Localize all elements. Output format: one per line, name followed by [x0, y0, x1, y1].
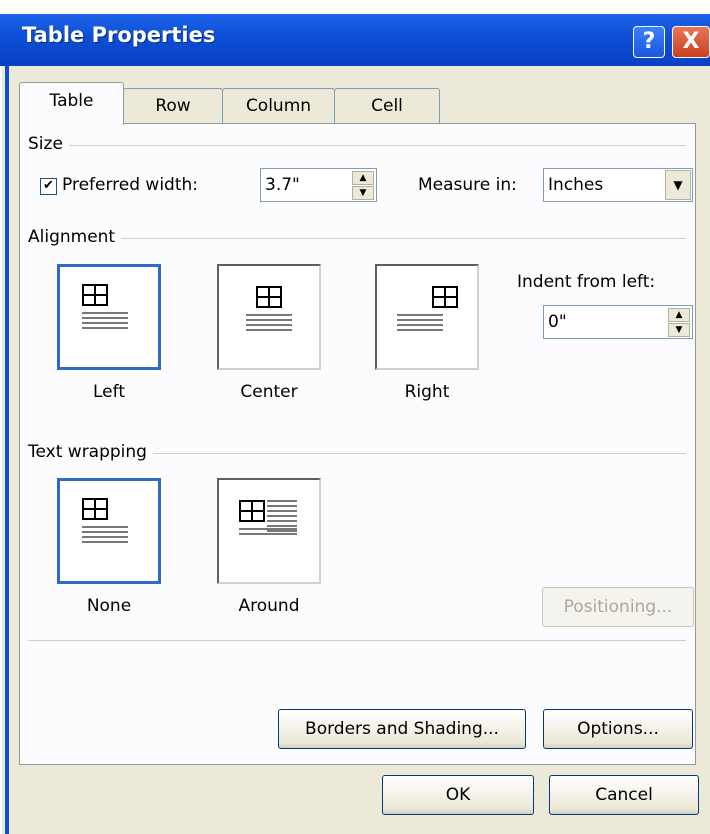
- tab-row-label: Row: [155, 96, 191, 116]
- align-center-option[interactable]: [217, 264, 321, 370]
- measure-in-label: Measure in:: [418, 175, 517, 195]
- align-left-option[interactable]: [57, 264, 161, 370]
- tab-column-label: Column: [245, 96, 312, 116]
- table-align-right-icon: [432, 286, 458, 308]
- wrap-none-lines: [82, 526, 128, 544]
- dialog-title: Table Properties: [22, 23, 216, 47]
- text-wrapping-group-label: Text wrapping: [28, 442, 153, 462]
- ok-button[interactable]: OK: [382, 775, 534, 815]
- window-left-frame: [5, 66, 9, 834]
- wrap-around-icon: [239, 500, 265, 522]
- tab-column[interactable]: Column: [222, 88, 335, 123]
- align-left-lines: [82, 312, 128, 330]
- indent-from-left-label: Indent from left:: [517, 272, 656, 292]
- wrap-none-label: None: [86, 596, 132, 616]
- tab-cell-label: Cell: [371, 96, 403, 116]
- borders-and-shading-button[interactable]: Borders and Shading...: [278, 709, 526, 749]
- tab-table-label: Table: [49, 91, 94, 111]
- table-align-center-icon: [256, 286, 282, 308]
- table-align-left-icon: [82, 284, 108, 306]
- spin-up-icon[interactable]: ▲: [668, 308, 690, 322]
- spin-up-icon[interactable]: ▲: [352, 171, 374, 185]
- title-bar[interactable]: Table Properties ? X: [0, 14, 710, 66]
- measure-in-value: Inches: [548, 175, 604, 195]
- align-center-lines: [246, 314, 292, 332]
- chevron-down-icon[interactable]: ▼: [665, 170, 691, 200]
- cancel-button[interactable]: Cancel: [549, 775, 699, 815]
- dialog-body: Table Row Column Cell Size ✔ Preferred w…: [2, 66, 710, 834]
- table-properties-dialog: Table Properties ? X Table Row Column Ce…: [0, 0, 710, 834]
- indent-from-left-value: 0": [548, 312, 567, 332]
- preferred-width-value: 3.7": [265, 175, 300, 195]
- options-button[interactable]: Options...: [543, 709, 693, 749]
- wrap-none-option[interactable]: [57, 478, 161, 584]
- preferred-width-checkbox[interactable]: ✔: [40, 178, 57, 195]
- help-button[interactable]: ?: [633, 26, 665, 58]
- tab-table[interactable]: Table: [19, 82, 124, 125]
- positioning-button[interactable]: Positioning...: [542, 587, 694, 627]
- size-group-label: Size: [28, 134, 69, 154]
- size-divider: [28, 145, 686, 146]
- preferred-width-spinner[interactable]: ▲ ▼: [352, 170, 374, 200]
- indent-spinner[interactable]: ▲ ▼: [668, 307, 690, 337]
- preferred-width-label: Preferred width:: [62, 175, 199, 195]
- alignment-group-label: Alignment: [28, 227, 122, 247]
- wrap-around-lines-bottom: [239, 528, 297, 538]
- tab-row[interactable]: Row: [123, 88, 223, 123]
- tab-cell[interactable]: Cell: [334, 88, 440, 123]
- wrap-none-icon: [82, 498, 108, 520]
- align-right-label: Right: [404, 382, 450, 402]
- align-right-lines: [397, 314, 443, 332]
- spin-down-icon[interactable]: ▼: [352, 186, 374, 200]
- spin-down-icon[interactable]: ▼: [668, 323, 690, 337]
- tab-panel-table: Size ✔ Preferred width: 3.7" ▲ ▼ Measure …: [19, 123, 696, 765]
- close-button[interactable]: X: [672, 26, 710, 58]
- align-right-option[interactable]: [375, 264, 479, 370]
- wrap-around-option[interactable]: [217, 478, 321, 584]
- wrap-around-label: Around: [238, 596, 300, 616]
- align-center-label: Center: [240, 382, 298, 402]
- align-left-label: Left: [93, 382, 125, 402]
- alignment-divider: [28, 238, 686, 239]
- bottom-divider: [28, 640, 686, 641]
